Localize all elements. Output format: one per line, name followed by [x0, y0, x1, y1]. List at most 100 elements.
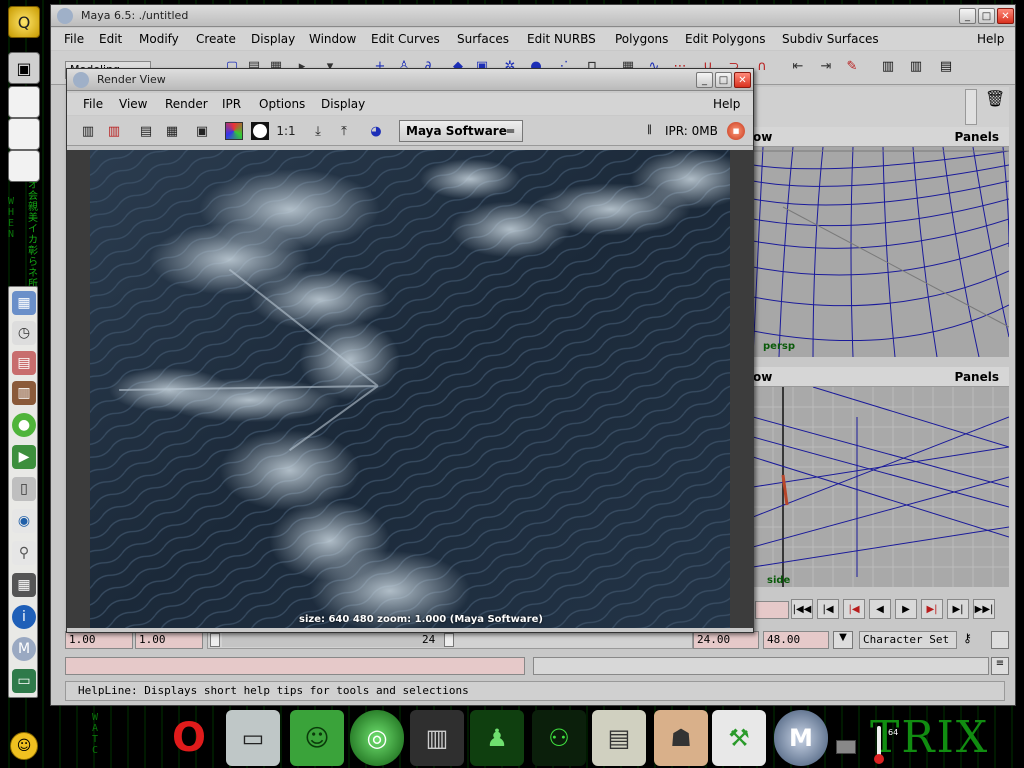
playback-end-field[interactable]: 24.00 [693, 631, 759, 649]
menu-modify[interactable]: Modify [139, 32, 179, 46]
renderer-select[interactable]: Maya Software ═ [399, 120, 523, 142]
close-button[interactable]: ✕ [997, 8, 1014, 24]
render-frame-icon[interactable]: ▥ [877, 55, 899, 77]
viewport-side[interactable]: side [753, 387, 1009, 587]
render-region-icon[interactable]: ▥ [103, 121, 125, 141]
clock-icon[interactable]: ◷ [12, 321, 36, 345]
viewport-bottom-panels-menu[interactable]: Panels [954, 370, 999, 384]
image-viewer-icon[interactable]: ▤ [12, 351, 36, 375]
input-ops-icon[interactable]: ⇤ [787, 55, 809, 77]
rv-menu-display[interactable]: Display [321, 97, 365, 111]
menu-file[interactable]: File [64, 32, 84, 46]
media-player-icon[interactable]: ● [12, 413, 36, 437]
go-to-start-button[interactable]: |◀◀ [791, 599, 813, 619]
command-line-input[interactable] [65, 657, 525, 675]
exit-walk-icon[interactable]: ⚇ [532, 710, 586, 766]
render-close-button[interactable]: ✕ [734, 72, 751, 88]
gameboy-icon[interactable]: ▯ [12, 477, 36, 501]
menu-polygons[interactable]: Polygons [615, 32, 668, 46]
rv-menu-view[interactable]: View [119, 97, 147, 111]
step-back-frame-button[interactable]: |◀ [843, 599, 865, 619]
menu-edit-polygons[interactable]: Edit Polygons [685, 32, 765, 46]
render-globals-icon[interactable]: ▤ [935, 55, 957, 77]
menu-display[interactable]: Display [251, 32, 295, 46]
rgb-channels-icon[interactable] [223, 121, 245, 141]
shelf-scroll-arrows[interactable] [965, 89, 977, 125]
step-forward-key-button[interactable]: ▶| [947, 599, 969, 619]
menu-window[interactable]: Window [309, 32, 356, 46]
magnet-icon[interactable]: ∩ [751, 55, 773, 77]
playback-start-field[interactable]: 1.00 [135, 631, 203, 649]
rv-menu-render[interactable]: Render [165, 97, 208, 111]
step-back-key-button[interactable]: |◀ [817, 599, 839, 619]
construction-history-icon[interactable]: ✎ [841, 55, 863, 77]
video-icon[interactable]: ▶ [12, 445, 36, 469]
desktop-pager-4[interactable] [8, 150, 40, 182]
step-forward-frame-button[interactable]: ▶| [921, 599, 943, 619]
user-silhouette-icon[interactable]: ♟ [470, 710, 524, 766]
rendered-ocean-image[interactable] [90, 150, 730, 628]
current-time-field[interactable] [755, 601, 789, 619]
play-forwards-button[interactable]: ▶ [895, 599, 917, 619]
refresh-ipr-icon[interactable]: ▦ [161, 121, 183, 141]
menu-edit-nurbs[interactable]: Edit NURBS [527, 32, 596, 46]
minimize-button[interactable]: _ [959, 8, 976, 24]
animation-start-field[interactable]: 1.00 [65, 631, 133, 649]
maya-launcher-icon[interactable]: M [12, 637, 36, 661]
render-view-titlebar[interactable]: Render View _ □ ✕ [67, 69, 753, 91]
ipr-render-icon[interactable]: ▥ [905, 55, 927, 77]
remove-image-icon[interactable]: ⤒ [333, 121, 355, 141]
eye-icon[interactable]: ◉ [12, 509, 36, 533]
desktop-pager-3[interactable] [8, 118, 40, 150]
smiley-icon[interactable]: ☺ [10, 732, 38, 760]
photo-icon[interactable]: ▦ [12, 291, 36, 315]
maya-titlebar[interactable]: Maya 6.5: ./untitled _ □ ✕ [51, 5, 1015, 27]
menu-help[interactable]: Help [977, 32, 1004, 46]
maya-dock-icon[interactable]: M [774, 710, 828, 766]
mouse-icon[interactable]: ⚲ [12, 541, 36, 565]
viewport-persp[interactable]: persp [753, 147, 1009, 357]
redo-render-icon[interactable]: ▥ [77, 121, 99, 141]
anim-prefs-button[interactable] [991, 631, 1009, 649]
keep-image-icon[interactable]: ⤓ [307, 121, 329, 141]
desktop-pager-1[interactable]: ▣ [8, 52, 40, 84]
tray-printer-icon[interactable] [836, 740, 856, 754]
maya-window-icon[interactable] [57, 8, 73, 24]
animation-end-field[interactable]: 48.00 [763, 631, 829, 649]
archive-icon[interactable]: ▥ [12, 381, 36, 405]
character-set-field[interactable]: Character Set [859, 631, 957, 649]
real-size-button[interactable]: 1:1 [275, 121, 297, 141]
kget-icon[interactable]: ☗ [654, 710, 708, 766]
rv-menu-ipr[interactable]: IPR [222, 97, 241, 111]
network-globe-icon[interactable]: ◎ [350, 710, 404, 766]
stop-render-icon[interactable]: ■ [727, 122, 745, 140]
play-backwards-button[interactable]: ◀ [869, 599, 891, 619]
range-slider-start-handle[interactable] [210, 633, 220, 647]
menu-surfaces[interactable]: Surfaces [457, 32, 509, 46]
auto-key-icon[interactable]: ⚷ [963, 631, 987, 649]
info-icon[interactable]: i [12, 605, 36, 629]
desktop-pager-2[interactable] [8, 86, 40, 118]
kde-menu-icon[interactable]: Q [8, 6, 40, 38]
range-slider-end-handle[interactable] [444, 633, 454, 647]
opera-icon[interactable]: O [162, 710, 216, 766]
snapshot-icon[interactable]: ▣ [191, 121, 213, 141]
render-minimize-button[interactable]: _ [696, 72, 713, 88]
output-ops-icon[interactable]: ⇥ [815, 55, 837, 77]
menu-edit-curves[interactable]: Edit Curves [371, 32, 440, 46]
tools-icon[interactable]: ⚒ [712, 710, 766, 766]
window-list-icon[interactable]: ▥ [410, 710, 464, 766]
finder-icon[interactable]: ☺ [290, 710, 344, 766]
rv-menu-help[interactable]: Help [713, 97, 740, 111]
rv-menu-file[interactable]: File [83, 97, 103, 111]
render-settings-icon[interactable]: ◕ [365, 121, 387, 141]
computer-icon[interactable]: ▭ [226, 710, 280, 766]
rv-menu-options[interactable]: Options [259, 97, 305, 111]
render-maximize-button[interactable]: □ [715, 72, 732, 88]
menu-edit[interactable]: Edit [99, 32, 122, 46]
terminal-icon[interactable]: ▭ [12, 669, 36, 693]
range-slider[interactable]: 1 24 [207, 631, 693, 649]
film-icon[interactable]: ▦ [12, 573, 36, 597]
alpha-channel-icon[interactable] [249, 121, 271, 141]
pause-ipr-icon[interactable]: ‖ [647, 124, 652, 135]
